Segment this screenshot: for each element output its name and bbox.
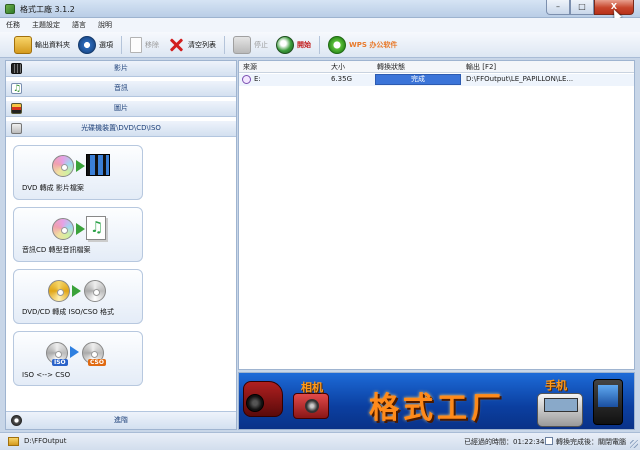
audio-file-icon: [86, 216, 106, 240]
wps-icon: [328, 35, 346, 54]
task-list: 來源 大小 轉換狀態 輸出 [F2] E: 6.35G 完成 D:\FFOutp…: [238, 60, 635, 370]
film-icon: [11, 63, 22, 74]
disc-icon: [52, 155, 74, 177]
status-bar: D:\FFOutput 已經過的時間：01:22:34 轉換完成後：關閉電腦: [0, 432, 640, 450]
gear-icon: [78, 35, 96, 54]
menu-language[interactable]: 語言: [72, 20, 86, 30]
category-panel: 影片 音訊 圖片 光碟機裝置\DVD\CD\ISO DVD 轉成 影片檔案 音訊…: [5, 60, 237, 430]
audio-cd-to-audio-button[interactable]: 音訊CD 轉型音訊檔案: [13, 207, 143, 262]
after-convert-label: 轉換完成後：關閉電腦: [556, 438, 626, 446]
disc-icon: [52, 218, 74, 240]
arrow-right-icon: [76, 160, 85, 172]
output-path[interactable]: D:\FFOutput: [24, 437, 66, 445]
menu-task[interactable]: 任務: [6, 20, 20, 30]
tools-gear-icon: [11, 415, 22, 426]
camera-icon: [293, 393, 329, 419]
window-controls: – □ X: [546, 0, 634, 15]
elapsed-time: 已經過的時間：01:22:34: [464, 438, 545, 446]
cso-tag: CSO: [88, 359, 106, 366]
document-icon: [130, 36, 142, 53]
row-output: D:\FFOutput\LE_PAPILLON\LE...: [466, 75, 574, 83]
row-source: E:: [254, 75, 261, 83]
category-audio[interactable]: 音訊: [6, 81, 236, 97]
after-convert-checkbox[interactable]: [545, 437, 553, 445]
arrow-right-icon: [76, 223, 85, 235]
disc-drive-icon: [11, 123, 22, 134]
category-tools[interactable]: 進階: [6, 411, 236, 429]
options-button[interactable]: 選項: [74, 34, 117, 56]
task-list-header: 來源 大小 轉換狀態 輸出 [F2]: [239, 61, 634, 73]
menu-skin[interactable]: 主題設定: [32, 20, 60, 30]
row-size: 6.35G: [331, 75, 353, 83]
stop-icon: [233, 35, 251, 54]
dvd-cd-to-iso-button[interactable]: DVD/CD 轉成 ISO/CSO 格式: [13, 269, 143, 324]
toolbar-separator: [224, 35, 225, 54]
minimize-button[interactable]: –: [546, 0, 570, 15]
camcorder-icon: [243, 381, 283, 417]
ad-banner[interactable]: 相机 格式工厂 手机: [238, 372, 635, 430]
red-x-icon: [167, 36, 185, 54]
category-video[interactable]: 影片: [6, 61, 236, 77]
category-image[interactable]: 圖片: [6, 101, 236, 117]
phone-icon: [537, 393, 583, 427]
toolbar-separator: [319, 35, 320, 54]
gold-disc-icon: [48, 280, 70, 302]
menu-help[interactable]: 說明: [98, 20, 112, 30]
image-icon: [11, 103, 22, 114]
arrow-right-icon: [70, 346, 79, 358]
iso-cso-convert-button[interactable]: ISO CSO ISO <--> CSO: [13, 331, 143, 386]
music-note-icon: [11, 82, 22, 97]
header-output[interactable]: 輸出 [F2]: [466, 62, 496, 72]
header-source[interactable]: 來源: [243, 62, 257, 72]
menu-bar: 任務 主題設定 語言 說明: [0, 18, 640, 32]
start-icon: [276, 35, 294, 54]
banner-title: 格式工厂: [369, 391, 505, 426]
window-title: 格式工廠 3.1.2: [20, 5, 75, 14]
toolbar-separator: [121, 35, 122, 54]
folder-icon: [14, 35, 32, 54]
toolbar: 輸出資料夾 選項 移除 清空列表 停止 開始 WPS 办公软件: [0, 32, 640, 58]
app-icon: [5, 4, 15, 14]
header-status[interactable]: 轉換狀態: [377, 62, 405, 72]
cd-icon: [242, 75, 251, 84]
maximize-button[interactable]: □: [570, 0, 594, 15]
header-size[interactable]: 大小: [331, 62, 345, 72]
dvd-to-video-button[interactable]: DVD 轉成 影片檔案: [13, 145, 143, 200]
stop-button[interactable]: 停止: [229, 34, 272, 56]
title-bar: 格式工廠 3.1.2 – □ X: [0, 0, 640, 18]
row-status-progress: 完成: [375, 74, 461, 85]
remove-button[interactable]: 移除: [126, 34, 163, 56]
banner-phone-label: 手机: [545, 379, 567, 392]
resize-grip-icon[interactable]: [630, 440, 638, 448]
table-row[interactable]: E: 6.35G 完成 D:\FFOutput\LE_PAPILLON\LE..…: [239, 74, 634, 86]
output-folder-button[interactable]: 輸出資料夾: [10, 34, 74, 56]
film-icon: [86, 154, 110, 176]
function-list: DVD 轉成 影片檔案 音訊CD 轉型音訊檔案 DVD/CD 轉成 ISO/CS…: [6, 141, 236, 411]
banner-camera-label: 相机: [301, 381, 323, 394]
folder-icon: [8, 437, 19, 446]
category-rom-device[interactable]: 光碟機裝置\DVD\CD\ISO: [6, 121, 236, 137]
iso-disc-icon: [84, 280, 106, 302]
clear-list-button[interactable]: 清空列表: [163, 34, 220, 56]
iso-tag: ISO: [52, 359, 68, 366]
smartphone-icon: [593, 379, 623, 425]
arrow-right-icon: [72, 285, 81, 297]
wps-office-button[interactable]: WPS 办公软件: [324, 34, 401, 56]
start-button[interactable]: 開始: [272, 34, 315, 56]
